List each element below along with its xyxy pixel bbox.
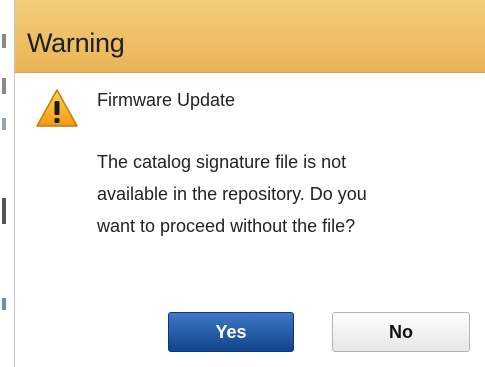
message-line: want to proceed without the file?	[97, 216, 356, 236]
dialog-titlebar: Warning	[15, 0, 485, 73]
dialog-title: Warning	[27, 28, 125, 58]
warning-dialog: Warning Firmware Update The catalog sign…	[14, 0, 485, 367]
background-fragment	[2, 298, 6, 310]
yes-button[interactable]: Yes	[168, 312, 294, 352]
warning-triangle-icon	[35, 88, 79, 128]
background-fragment	[2, 78, 6, 94]
dialog-message: The catalog signature file is not availa…	[97, 146, 437, 242]
background-fragment	[2, 198, 6, 224]
dialog-heading: Firmware Update	[97, 90, 236, 110]
screen: Warning Firmware Update The catalog sign…	[0, 0, 485, 367]
no-button[interactable]: No	[332, 312, 470, 352]
message-line: available in the repository. Do you	[97, 184, 367, 204]
message-line: The catalog signature file is not	[97, 152, 347, 172]
background-fragment	[2, 34, 6, 48]
background-fragment	[2, 118, 6, 130]
